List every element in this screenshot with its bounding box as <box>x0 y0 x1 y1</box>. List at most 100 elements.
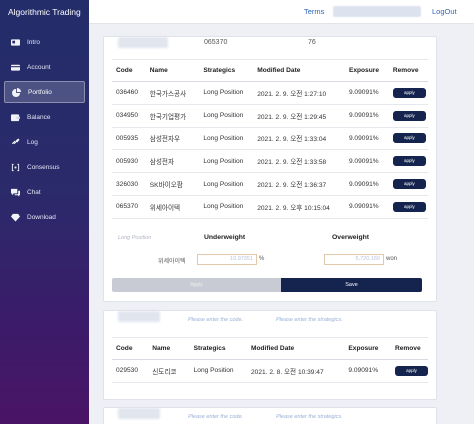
code-input-placeholder[interactable]: Please enter the code. <box>188 317 243 323</box>
col-exposure-header: Exposure <box>344 337 391 360</box>
wallet-icon <box>10 112 20 122</box>
cell-remove: apply <box>388 81 428 105</box>
header-code: 065370 <box>204 39 228 46</box>
col-name-header: Name <box>148 337 190 360</box>
sidebar-item-label: Intro <box>27 38 41 46</box>
apply-button[interactable]: apply <box>394 365 428 376</box>
won-unit: won <box>386 256 398 262</box>
cell-exposure: 9.09091% <box>344 104 389 128</box>
portfolio-card: 065370 76 Code Name Strategics Modified … <box>103 36 437 302</box>
sidebar: Algorithmic Trading Intro Account Portfo… <box>0 0 89 424</box>
table-row: 034950 한국기업평가 Long Position 2021. 2. 9. … <box>112 104 428 128</box>
cell-code: 005935 <box>112 127 146 151</box>
cell-strategy: Long Position <box>199 195 254 219</box>
save-button[interactable]: Save <box>281 278 422 292</box>
gem-icon <box>10 212 20 222</box>
cell-exposure: 9.09091% <box>344 149 389 174</box>
cell-remove: apply <box>388 104 428 128</box>
sidebar-item-intro[interactable]: Intro <box>4 31 85 53</box>
sidebar-item-label: Account <box>27 63 51 71</box>
sidebar-item-label: Chat <box>27 188 41 196</box>
cell-code: 029530 <box>112 359 149 383</box>
sidebar-item-label: Log <box>27 138 38 146</box>
col-code-header: Code <box>112 337 149 360</box>
portfolio-card-2: Please enter the code. Please enter the … <box>103 310 437 400</box>
apply-button[interactable]: apply <box>392 87 426 98</box>
cell-exposure: 9.09091% <box>344 81 389 105</box>
overweight-input[interactable]: 5,720,160 <box>324 254 384 265</box>
col-remove-header: Remove <box>388 59 428 82</box>
portfolio-table: Code Name Strategics Modified Date Expos… <box>112 59 428 219</box>
cell-exposure: 9.09091% <box>344 127 389 151</box>
sidebar-item-balance[interactable]: Balance <box>4 106 85 128</box>
terms-link[interactable]: Terms <box>304 7 324 16</box>
cell-strategy: Long Position <box>199 127 254 151</box>
app-title: Algorithmic Trading <box>8 7 81 17</box>
apply-button[interactable]: apply <box>392 156 426 167</box>
table-header-row: Code Name Strategics Modified Date Expos… <box>112 337 428 360</box>
action-bar: Apply Save <box>112 278 422 292</box>
col-remove-header: Remove <box>390 337 428 360</box>
top-bar: Terms LogOut <box>89 0 474 24</box>
cell-remove: apply <box>388 149 428 174</box>
overweight-label: Overweight <box>332 234 370 241</box>
sidebar-item-portfolio[interactable]: Portfolio <box>4 81 85 103</box>
strategy-input-placeholder[interactable]: Please enter the strategics. <box>276 317 343 323</box>
cell-date: 2021. 2. 9. 오전 1:27:10 <box>253 81 345 105</box>
table-row: 326030 SK바이오팜 Long Position 2021. 2. 9. … <box>112 172 428 196</box>
redacted-field <box>118 37 168 48</box>
cell-strategy: Long Position <box>199 104 254 128</box>
sidebar-item-chat[interactable]: Chat <box>4 181 85 203</box>
redacted-field <box>118 311 160 322</box>
sidebar-item-log[interactable]: Log <box>4 131 85 153</box>
pie-chart-icon <box>11 87 21 97</box>
cell-strategy: Long Position <box>199 149 254 174</box>
cell-remove: apply <box>388 127 428 151</box>
col-code-header: Code <box>112 59 146 82</box>
long-position-label: Long Position <box>118 235 152 241</box>
cell-code: 326030 <box>112 172 146 196</box>
code-input-placeholder[interactable]: Please enter the code. <box>188 414 243 420</box>
cell-code: 036460 <box>112 81 146 105</box>
underweight-input[interactable]: 10.97351 <box>197 254 257 265</box>
underweight-label: Underweight <box>204 234 246 241</box>
strategy-input-placeholder[interactable]: Please enter the strategics. <box>276 414 343 420</box>
cell-name: 한국기업평가 <box>145 104 200 128</box>
logout-link[interactable]: LogOut <box>432 7 457 16</box>
table-row: 036460 한국가스공사 Long Position 2021. 2. 9. … <box>112 81 428 105</box>
cell-date: 2021. 2. 9. 오전 1:29:45 <box>253 104 345 128</box>
user-info-redacted <box>333 6 421 17</box>
cell-remove: apply <box>388 172 428 196</box>
sidebar-item-consensus[interactable]: Consensus <box>4 156 85 178</box>
cell-exposure: 9.09091% <box>344 359 391 383</box>
sidebar-item-label: Download <box>27 213 56 221</box>
sidebar-item-download[interactable]: Download <box>4 206 85 228</box>
sidebar-item-account[interactable]: Account <box>4 56 85 78</box>
credit-card-icon <box>10 62 20 72</box>
link-icon <box>10 137 20 147</box>
cell-name: 한국가스공사 <box>145 81 200 105</box>
cell-code: 034950 <box>112 104 146 128</box>
cell-code: 005930 <box>112 149 146 174</box>
apply-button[interactable]: apply <box>392 179 426 190</box>
stock-name-label: 위세아이텍 <box>158 259 186 265</box>
portfolio-table-2: Code Name Strategics Modified Date Expos… <box>112 337 428 383</box>
apply-button[interactable]: apply <box>392 110 426 121</box>
apply-weights-button[interactable]: Apply <box>112 278 281 292</box>
id-card-icon <box>10 37 20 47</box>
sidebar-nav: Intro Account Portfolio Balance Log Cons… <box>0 31 89 228</box>
cell-strategy: Long Position <box>189 359 247 383</box>
cell-remove: apply <box>390 359 428 383</box>
col-date-header: Modified Date <box>247 337 345 360</box>
apply-button[interactable]: apply <box>392 201 426 212</box>
table-header-row: Code Name Strategics Modified Date Expos… <box>112 59 428 82</box>
apply-button[interactable]: apply <box>392 133 426 144</box>
header-count: 76 <box>308 39 316 46</box>
cell-date: 2021. 2. 9. 오후 10:15:04 <box>253 195 345 219</box>
portfolio-card-3: Please enter the code. Please enter the … <box>103 407 437 424</box>
table-row: 065370 위세아이텍 Long Position 2021. 2. 9. 오… <box>112 195 428 219</box>
cell-date: 2021. 2. 9. 오전 1:36:37 <box>253 172 345 196</box>
col-name-header: Name <box>145 59 200 82</box>
cell-name: 삼성전자 <box>145 149 200 174</box>
chat-icon <box>10 187 20 197</box>
